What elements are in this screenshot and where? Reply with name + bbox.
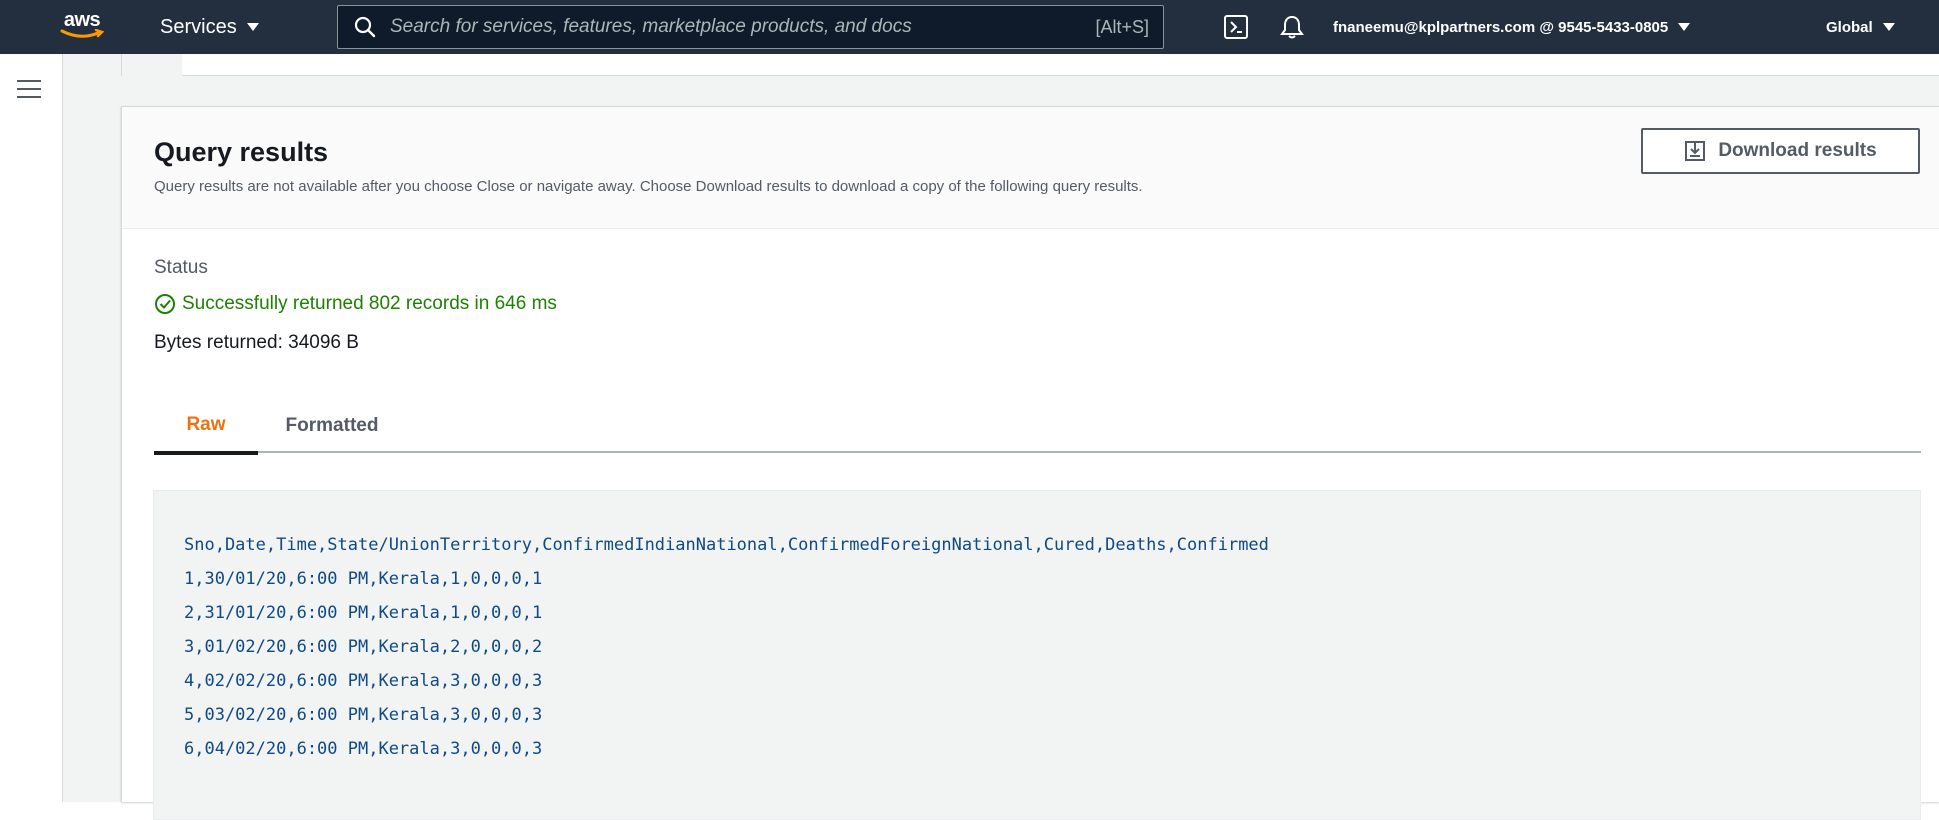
raw-line: 4,02/02/20,6:00 PM,Kerala,3,0,0,0,3 <box>184 671 543 691</box>
raw-line: 3,01/02/20,6:00 PM,Kerala,2,0,0,0,2 <box>184 637 543 657</box>
raw-line: 1,30/01/20,6:00 PM,Kerala,1,0,0,0,1 <box>184 569 543 589</box>
raw-results-output: Sno,Date,Time,State/UnionTerritory,Confi… <box>153 490 1921 820</box>
region-label: Global <box>1826 18 1873 36</box>
side-rail <box>0 54 63 802</box>
bytes-returned: Bytes returned: 34096 B <box>154 332 359 353</box>
search-input[interactable] <box>388 15 1096 39</box>
status-text: Successfully returned 802 records in 646… <box>182 293 557 314</box>
success-check-icon <box>155 294 175 314</box>
status-message: Successfully returned 802 records in 646… <box>154 293 557 315</box>
main-content: Query results Query results are not avai… <box>63 54 1939 820</box>
caret-down-icon <box>1678 23 1691 31</box>
previous-panel-edge <box>121 54 1939 76</box>
caret-down-icon <box>1882 23 1895 31</box>
download-results-button[interactable]: Download results <box>1641 128 1920 174</box>
top-navigation: aws Services [Alt+S] fn <box>0 0 1939 54</box>
download-icon <box>1685 141 1706 161</box>
account-menu-button[interactable]: fnaneemu@kplpartners.com @ 9545-5433-080… <box>1333 0 1691 54</box>
raw-line: 5,03/02/20,6:00 PM,Kerala,3,0,0,0,3 <box>184 705 543 725</box>
search-icon <box>354 16 376 38</box>
download-results-label: Download results <box>1718 140 1877 161</box>
page-title: Query results <box>154 137 329 167</box>
account-label: fnaneemu@kplpartners.com @ 9545-5433-080… <box>1333 18 1669 36</box>
aws-logo[interactable]: aws <box>55 9 109 45</box>
raw-line: Sno,Date,Time,State/UnionTerritory,Confi… <box>184 535 1269 555</box>
cloudshell-icon[interactable] <box>1223 14 1249 45</box>
aws-logo-text: aws <box>63 9 101 31</box>
region-menu-button[interactable]: Global <box>1826 0 1895 54</box>
menu-icon[interactable] <box>17 80 41 100</box>
search-shortcut-hint: [Alt+S] <box>1095 16 1149 37</box>
caret-down-icon <box>246 23 259 31</box>
card-header: Query results Query results are not avai… <box>122 107 1939 229</box>
services-label: Services <box>160 15 237 38</box>
bell-icon[interactable] <box>1279 14 1305 45</box>
status-label: Status <box>154 257 208 278</box>
panel-stub <box>122 54 182 76</box>
search-bar[interactable]: [Alt+S] <box>337 5 1164 49</box>
raw-line: 2,31/01/20,6:00 PM,Kerala,1,0,0,0,1 <box>184 603 543 623</box>
services-menu-button[interactable]: Services <box>160 0 259 54</box>
card-description: Query results are not available after yo… <box>154 178 1143 195</box>
tab-formatted[interactable]: Formatted <box>258 399 406 453</box>
results-tabs: Raw Formatted <box>154 399 1921 455</box>
query-results-card: Query results Query results are not avai… <box>121 106 1939 820</box>
raw-line: 6,04/02/20,6:00 PM,Kerala,3,0,0,0,3 <box>184 739 543 759</box>
tab-raw[interactable]: Raw <box>154 399 258 455</box>
